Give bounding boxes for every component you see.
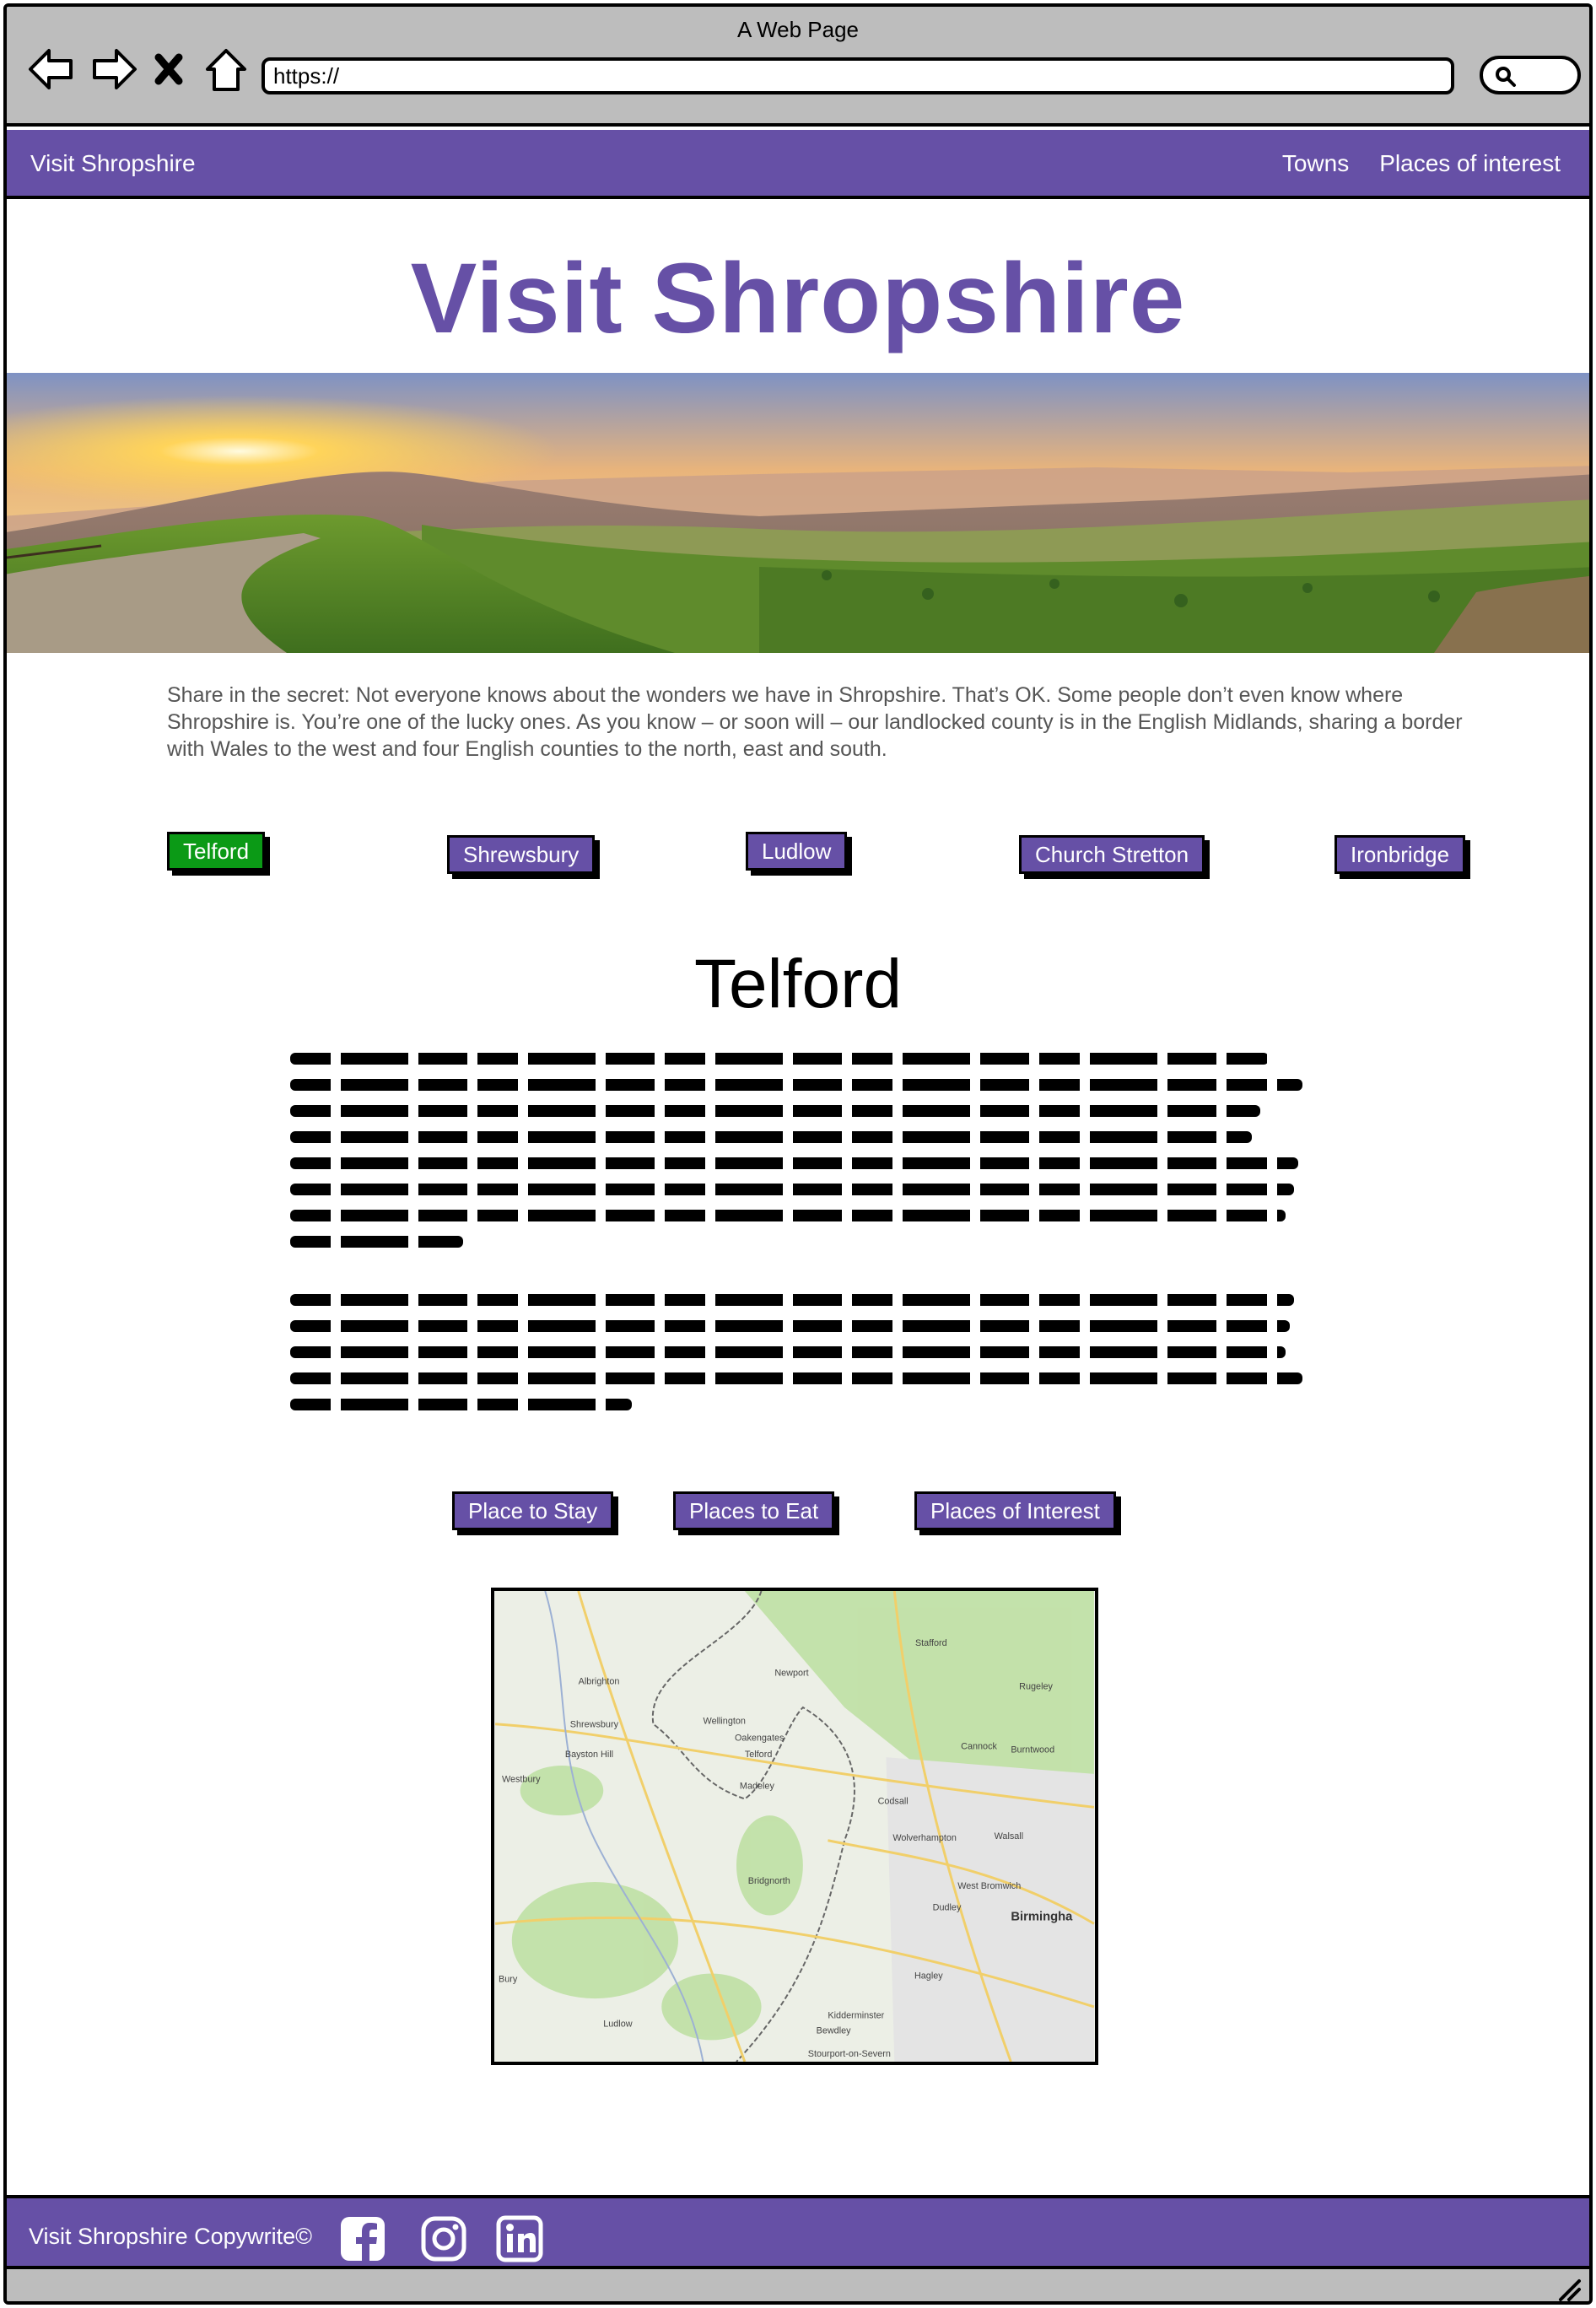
browser-search-field[interactable] [1480,56,1581,94]
window-title: A Web Page [736,17,860,42]
map-label: Kidderminster [828,2011,884,2021]
forward-arrow-icon[interactable] [89,44,140,94]
facebook-icon[interactable] [339,2215,386,2262]
town-button-ludlow[interactable]: Ludlow [746,832,848,871]
resize-grip-icon[interactable] [1556,2276,1581,2301]
map-label: Ludlow [603,2020,632,2030]
map-label: Wolverhampton [892,1833,957,1843]
map-label: Bridgnorth [748,1876,790,1886]
nav-link-towns[interactable]: Towns [1282,150,1349,177]
town-button-shrewsbury[interactable]: Shrewsbury [447,835,596,874]
browser-toolbar: A Web Page https:// [7,7,1589,127]
nav-links: Towns Places of interest [1282,150,1561,177]
map-label: Madeley [740,1782,775,1792]
map-label: Stafford [915,1638,947,1648]
map-label: Stourport-on-Severn [808,2049,891,2059]
map-label: Walsall [995,1831,1024,1842]
map-label: Rugeley [1019,1681,1053,1691]
hero-landscape-image [7,373,1589,653]
map-label: Cannock [961,1741,997,1751]
footer-copyright: Visit Shropshire Copywrite© [29,2224,313,2249]
map-label: Burntwood [1011,1744,1054,1755]
town-description-paragraph-2 [290,1294,1311,1425]
map-label: Hagley [914,1971,943,1981]
map-label: Wellington [704,1717,746,1727]
town-button-telford[interactable]: Telford [167,832,266,871]
intro-paragraph: Share in the secret: Not everyone knows … [167,683,1463,761]
search-icon [1496,67,1516,87]
map-label: West Bromwich [957,1881,1021,1891]
map-label: Oakengates [735,1733,785,1743]
nav-link-places-of-interest[interactable]: Places of interest [1379,150,1561,177]
town-button-church-stretton[interactable]: Church Stretton [1019,835,1205,874]
map-label: Albrighton [579,1676,620,1686]
back-arrow-icon[interactable] [25,44,76,94]
map-label: Birmingha [1011,1910,1073,1923]
browser-status-bar [7,2269,1589,2301]
town-heading: Telford [693,946,903,1022]
address-bar[interactable]: https:// [262,57,1454,94]
map-label: Bury [499,1974,518,1984]
site-navbar: Visit Shropshire Towns Places of interes… [7,130,1589,199]
map-label: Westbury [502,1775,541,1785]
town-description-paragraph-1 [290,1053,1311,1262]
instagram-icon[interactable] [420,2215,467,2262]
map-label: Telford [745,1750,773,1760]
places-of-interest-button[interactable]: Places of Interest [914,1491,1116,1530]
home-icon[interactable] [201,44,251,94]
browser-window: A Web Page https:// Visit Shropshire Tow… [3,3,1593,2305]
town-map[interactable]: Stafford Newport Rugeley Albrighton Well… [491,1588,1098,2065]
navbar-brand-link[interactable]: Visit Shropshire [30,150,196,177]
map-label: Bayston Hill [565,1750,613,1760]
places-to-eat-button[interactable]: Places to Eat [673,1491,835,1530]
map-label: Shrewsbury [570,1720,619,1730]
place-to-stay-button[interactable]: Place to Stay [452,1491,614,1530]
map-label: Bewdley [817,2025,852,2036]
town-button-ironbridge[interactable]: Ironbridge [1334,835,1466,874]
map-label: Newport [774,1669,808,1679]
map-label: Dudley [933,1903,962,1913]
close-icon[interactable] [152,44,186,94]
map-label: Codsall [878,1796,909,1806]
site-footer: Visit Shropshire Copywrite© [7,2195,1589,2269]
page-title: Visit Shropshire [410,243,1186,354]
linkedin-icon[interactable] [496,2215,543,2262]
